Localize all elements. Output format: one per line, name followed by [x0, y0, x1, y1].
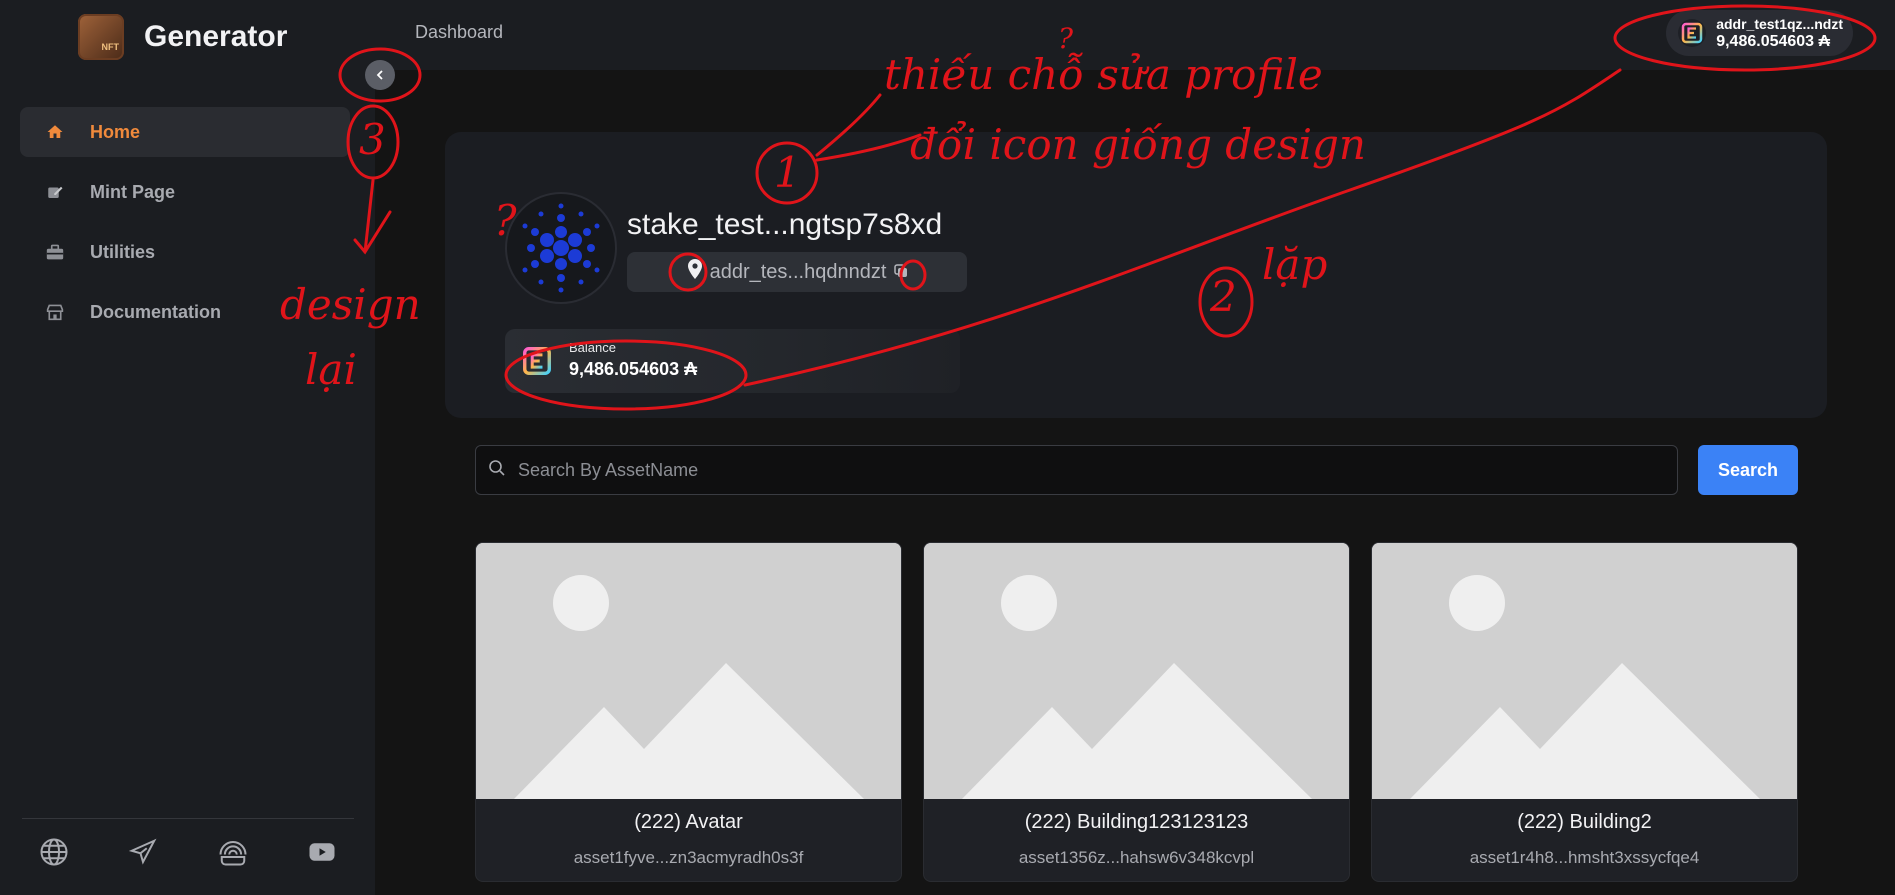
wallet-logo-icon: [1678, 19, 1707, 47]
annotation-question-2: ?: [1058, 22, 1074, 55]
image-placeholder-icon: [476, 543, 901, 799]
store-icon: [45, 302, 65, 322]
profile-card: stake_test...ngtsp7s8xd addr_tes...hqdnn…: [445, 132, 1827, 418]
wallet-balance: 9,486.054603 ₳: [1716, 33, 1831, 50]
edit-icon: [45, 182, 65, 202]
sidebar-item-utilities[interactable]: Utilities: [20, 227, 350, 277]
stake-address: stake_test...ngtsp7s8xd: [627, 208, 943, 241]
asset-name: (222) Building123123123: [1024, 811, 1249, 833]
balance-card: Balance 9,486.054603 ₳: [505, 329, 960, 393]
annotation-number-1: 1: [774, 148, 801, 197]
asset-card[interactable]: (222) Building123123123 asset1356z...hah…: [923, 542, 1350, 882]
annotation-note-1-line1: thiếu chỗ sửa profile: [884, 50, 1323, 99]
asset-card[interactable]: (222) Avatar asset1fyve...zn3acmyradh0s3…: [475, 542, 902, 882]
social-links: [38, 836, 338, 868]
cardano-logo-icon: [522, 203, 600, 293]
brand-logo: NFT: [78, 14, 124, 60]
sidebar-item-home[interactable]: Home: [20, 107, 350, 157]
app-root: NFT Generator Home Mint Page Utilities D…: [0, 0, 1895, 895]
podcast-icon[interactable]: [217, 836, 249, 868]
sidebar: NFT Generator Home Mint Page Utilities D…: [0, 0, 375, 895]
annotation-number-3: 3: [359, 115, 386, 164]
annotation-note-1-line2: đổi icon giống design: [910, 120, 1366, 169]
sidebar-divider: [22, 818, 354, 819]
annotation-question-1: ?: [494, 196, 517, 245]
asset-name: (222) Avatar: [634, 811, 743, 833]
sidebar-item-label: Documentation: [90, 301, 222, 322]
toolbox-icon: [45, 242, 65, 262]
search-icon: [488, 459, 506, 482]
balance-label: Balance: [569, 340, 616, 355]
sidebar-collapse-button[interactable]: [365, 60, 395, 90]
wallet-info: addr_test1qz...ndzt 9,486.054603 ₳: [1716, 15, 1843, 51]
wallet-chip[interactable]: addr_test1qz...ndzt 9,486.054603 ₳: [1666, 10, 1853, 56]
annotation-number-2: 2: [1210, 272, 1237, 321]
asset-name: (222) Building2: [1517, 811, 1652, 833]
search-box: [475, 445, 1678, 495]
logo-tag: NFT: [101, 42, 120, 52]
chevron-left-icon: [376, 70, 383, 80]
image-placeholder-icon: [924, 543, 1349, 799]
home-icon: [45, 122, 65, 142]
annotation-note-2: lặp: [1262, 240, 1328, 289]
breadcrumb[interactable]: Dashboard: [415, 22, 503, 43]
image-placeholder-icon: [1372, 543, 1797, 799]
search-button[interactable]: Search: [1698, 445, 1798, 495]
sidebar-item-mint-page[interactable]: Mint Page: [20, 167, 350, 217]
globe-icon[interactable]: [38, 836, 70, 868]
location-pin-icon: [686, 258, 704, 286]
wallet-logo-icon: [523, 347, 551, 375]
asset-grid: (222) Avatar asset1fyve...zn3acmyradh0s3…: [475, 542, 1798, 882]
balance-value: 9,486.054603 ₳: [569, 359, 698, 379]
asset-id: asset1fyve...zn3acmyradh0s3f: [573, 848, 804, 867]
search-input[interactable]: [518, 459, 1618, 481]
asset-id: asset1356z...hahsw6v348kcvpl: [1018, 848, 1255, 867]
brand-title: Generator: [144, 20, 288, 53]
avatar: [505, 192, 617, 304]
wallet-address: addr_test1qz...ndzt: [1716, 16, 1843, 32]
copy-icon[interactable]: [894, 261, 908, 284]
annotation-note-3-line2: lại: [305, 345, 357, 394]
telegram-icon[interactable]: [127, 836, 159, 868]
sidebar-item-label: Home: [90, 121, 141, 142]
address-pill[interactable]: addr_tes...hqdnndzt: [627, 252, 967, 292]
address-text: addr_tes...hqdnndzt: [709, 260, 887, 283]
sidebar-item-label: Mint Page: [90, 181, 176, 202]
youtube-icon[interactable]: [306, 836, 338, 868]
asset-card[interactable]: (222) Building2 asset1r4h8...hmsht3xssyc…: [1371, 542, 1798, 882]
asset-id: asset1r4h8...hmsht3xssycfqe4: [1469, 848, 1700, 867]
main-content: stake_test...ngtsp7s8xd addr_tes...hqdnn…: [375, 70, 1895, 895]
sidebar-item-label: Utilities: [90, 241, 156, 262]
brand[interactable]: NFT Generator: [78, 14, 287, 60]
annotation-note-3-line1: design: [280, 280, 421, 329]
